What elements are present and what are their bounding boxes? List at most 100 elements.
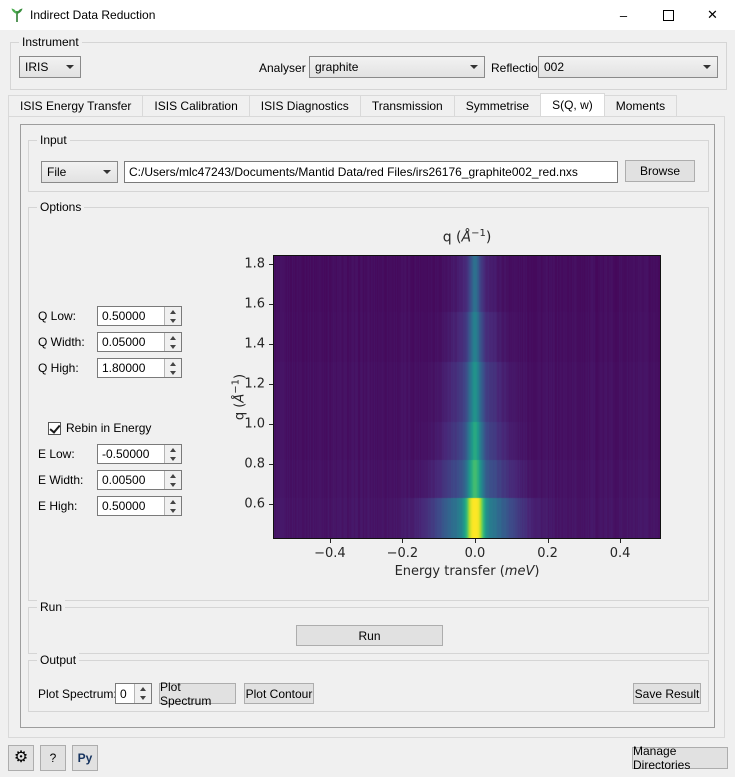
chevron-down-icon: [703, 65, 711, 69]
save-result-button[interactable]: Save Result: [633, 683, 701, 704]
tab-isis-diagnostics[interactable]: ISIS Diagnostics: [248, 95, 361, 116]
x-tick-label: 0.4: [609, 546, 631, 561]
spin-up-icon[interactable]: [165, 359, 181, 368]
spin-down-icon[interactable]: [165, 480, 181, 489]
analyser-combobox-value: graphite: [315, 60, 359, 74]
run-groupbox: Run Run: [28, 600, 709, 654]
y-tick-label: 1.2: [244, 376, 265, 392]
tab-isis-calibration[interactable]: ISIS Calibration: [142, 95, 250, 116]
chevron-down-icon: [66, 65, 74, 69]
e-low-label: E Low:: [38, 447, 75, 461]
tab-bar: ISIS Energy Transfer ISIS Calibration IS…: [8, 93, 678, 116]
check-icon: [49, 422, 61, 434]
input-source-value: File: [47, 165, 67, 179]
e-high-value: 0.50000: [102, 499, 146, 513]
settings-button[interactable]: ⚙: [8, 745, 34, 771]
y-tick: [269, 304, 273, 305]
e-width-spinbox[interactable]: 0.00500: [97, 470, 182, 490]
spin-down-icon[interactable]: [165, 506, 181, 515]
input-groupbox: Input File C:/Users/mlc47243/Documents/M…: [28, 133, 709, 192]
y-tick: [269, 264, 273, 265]
reflection-combobox[interactable]: 002: [538, 56, 718, 78]
y-tick-label: 1.0: [244, 416, 265, 432]
q-low-value: 0.50000: [102, 309, 146, 323]
e-low-spinbox[interactable]: -0.50000: [97, 444, 182, 464]
tab-moments[interactable]: Moments: [603, 95, 678, 116]
spin-down-icon[interactable]: [135, 694, 151, 704]
tab-transmission[interactable]: Transmission: [359, 95, 455, 116]
gear-icon: ⚙: [13, 749, 29, 766]
spin-up-icon[interactable]: [165, 333, 181, 342]
minimize-button[interactable]: –: [601, 0, 646, 30]
indirect-data-reduction-window: Indirect Data Reduction – ✕ Instrument I…: [0, 0, 735, 777]
spectrum-number-spinbox[interactable]: 0: [115, 683, 152, 704]
output-groupbox: Output Plot Spectrum: 0 Plot Spectrum Pl…: [28, 653, 709, 712]
q-width-label: Q Width:: [38, 335, 85, 349]
close-button[interactable]: ✕: [690, 0, 735, 30]
file-path-input[interactable]: C:/Users/mlc47243/Documents/Mantid Data/…: [124, 161, 618, 183]
instrument-combobox[interactable]: IRIS: [19, 56, 81, 78]
q-high-label: Q High:: [38, 361, 79, 375]
x-tick-label: 0.2: [537, 546, 558, 561]
y-tick: [269, 344, 273, 345]
e-high-spinbox[interactable]: 0.50000: [97, 496, 182, 516]
x-tick: [547, 539, 549, 543]
reflection-label: Reflection: [491, 61, 545, 75]
q-width-value: 0.05000: [102, 335, 146, 349]
y-tick-label: 1.4: [244, 336, 265, 352]
y-tick-label: 0.8: [244, 456, 265, 472]
rebin-checkbox[interactable]: [48, 422, 61, 435]
y-tick-label: 0.6: [244, 496, 265, 512]
spin-up-icon[interactable]: [165, 445, 181, 454]
figure-x-axis-label: Energy transfer (meV): [394, 564, 540, 579]
reflection-combobox-value: 002: [544, 60, 565, 74]
q-low-spinbox[interactable]: 0.50000: [97, 306, 182, 326]
y-tick: [269, 424, 273, 425]
q-high-spinbox[interactable]: 1.80000: [97, 358, 182, 378]
options-group-label: Options: [37, 200, 85, 214]
mantid-app-icon: [11, 8, 23, 23]
e-width-label: E Width:: [38, 473, 84, 487]
plot-spectrum-button[interactable]: Plot Spectrum: [159, 680, 236, 708]
tab-symmetrise[interactable]: Symmetrise: [453, 95, 542, 116]
manage-directories-button[interactable]: Manage Directories: [632, 744, 728, 772]
plot-contour-button[interactable]: Plot Contour: [244, 683, 314, 704]
instrument-group-label: Instrument: [19, 35, 82, 49]
file-path-value: C:/Users/mlc47243/Documents/Mantid Data/…: [129, 165, 578, 179]
maximize-button[interactable]: [646, 0, 691, 30]
e-width-value: 0.00500: [102, 473, 146, 487]
browse-button[interactable]: Browse: [625, 160, 695, 182]
spin-down-icon[interactable]: [165, 368, 181, 377]
title-bar: Indirect Data Reduction – ✕: [0, 0, 735, 30]
spectrum-number-value: 0: [120, 686, 127, 701]
spin-up-icon[interactable]: [165, 307, 181, 316]
input-source-combobox[interactable]: File: [41, 161, 118, 183]
x-tick: [329, 539, 331, 543]
run-button[interactable]: Run: [296, 625, 443, 646]
e-high-label: E High:: [38, 499, 78, 513]
y-tick-label: 1.6: [244, 296, 265, 312]
spin-down-icon[interactable]: [165, 342, 181, 351]
rebin-label: Rebin in Energy: [66, 421, 152, 435]
spin-down-icon[interactable]: [165, 454, 181, 463]
q-high-value: 1.80000: [102, 361, 146, 375]
input-group-label: Input: [37, 133, 70, 147]
x-tick-label: 0.0: [464, 546, 486, 561]
tab-sqw[interactable]: S(Q, w): [540, 93, 605, 116]
chevron-down-icon: [470, 65, 478, 69]
analyser-combobox[interactable]: graphite: [309, 56, 485, 78]
output-group-label: Output: [37, 653, 80, 667]
q-width-spinbox[interactable]: 0.05000: [97, 332, 182, 352]
run-group-label: Run: [37, 600, 66, 614]
spin-up-icon[interactable]: [165, 471, 181, 480]
x-tick-label: −0.4: [314, 546, 346, 561]
spin-up-icon[interactable]: [165, 497, 181, 506]
chevron-down-icon: [103, 170, 111, 174]
help-button[interactable]: ?: [40, 745, 66, 771]
e-low-value: -0.50000: [102, 447, 150, 461]
python-button[interactable]: Py: [72, 745, 98, 771]
x-tick: [620, 539, 622, 543]
spin-up-icon[interactable]: [135, 684, 151, 694]
spin-down-icon[interactable]: [165, 316, 181, 325]
tab-isis-energy-transfer[interactable]: ISIS Energy Transfer: [8, 95, 144, 116]
